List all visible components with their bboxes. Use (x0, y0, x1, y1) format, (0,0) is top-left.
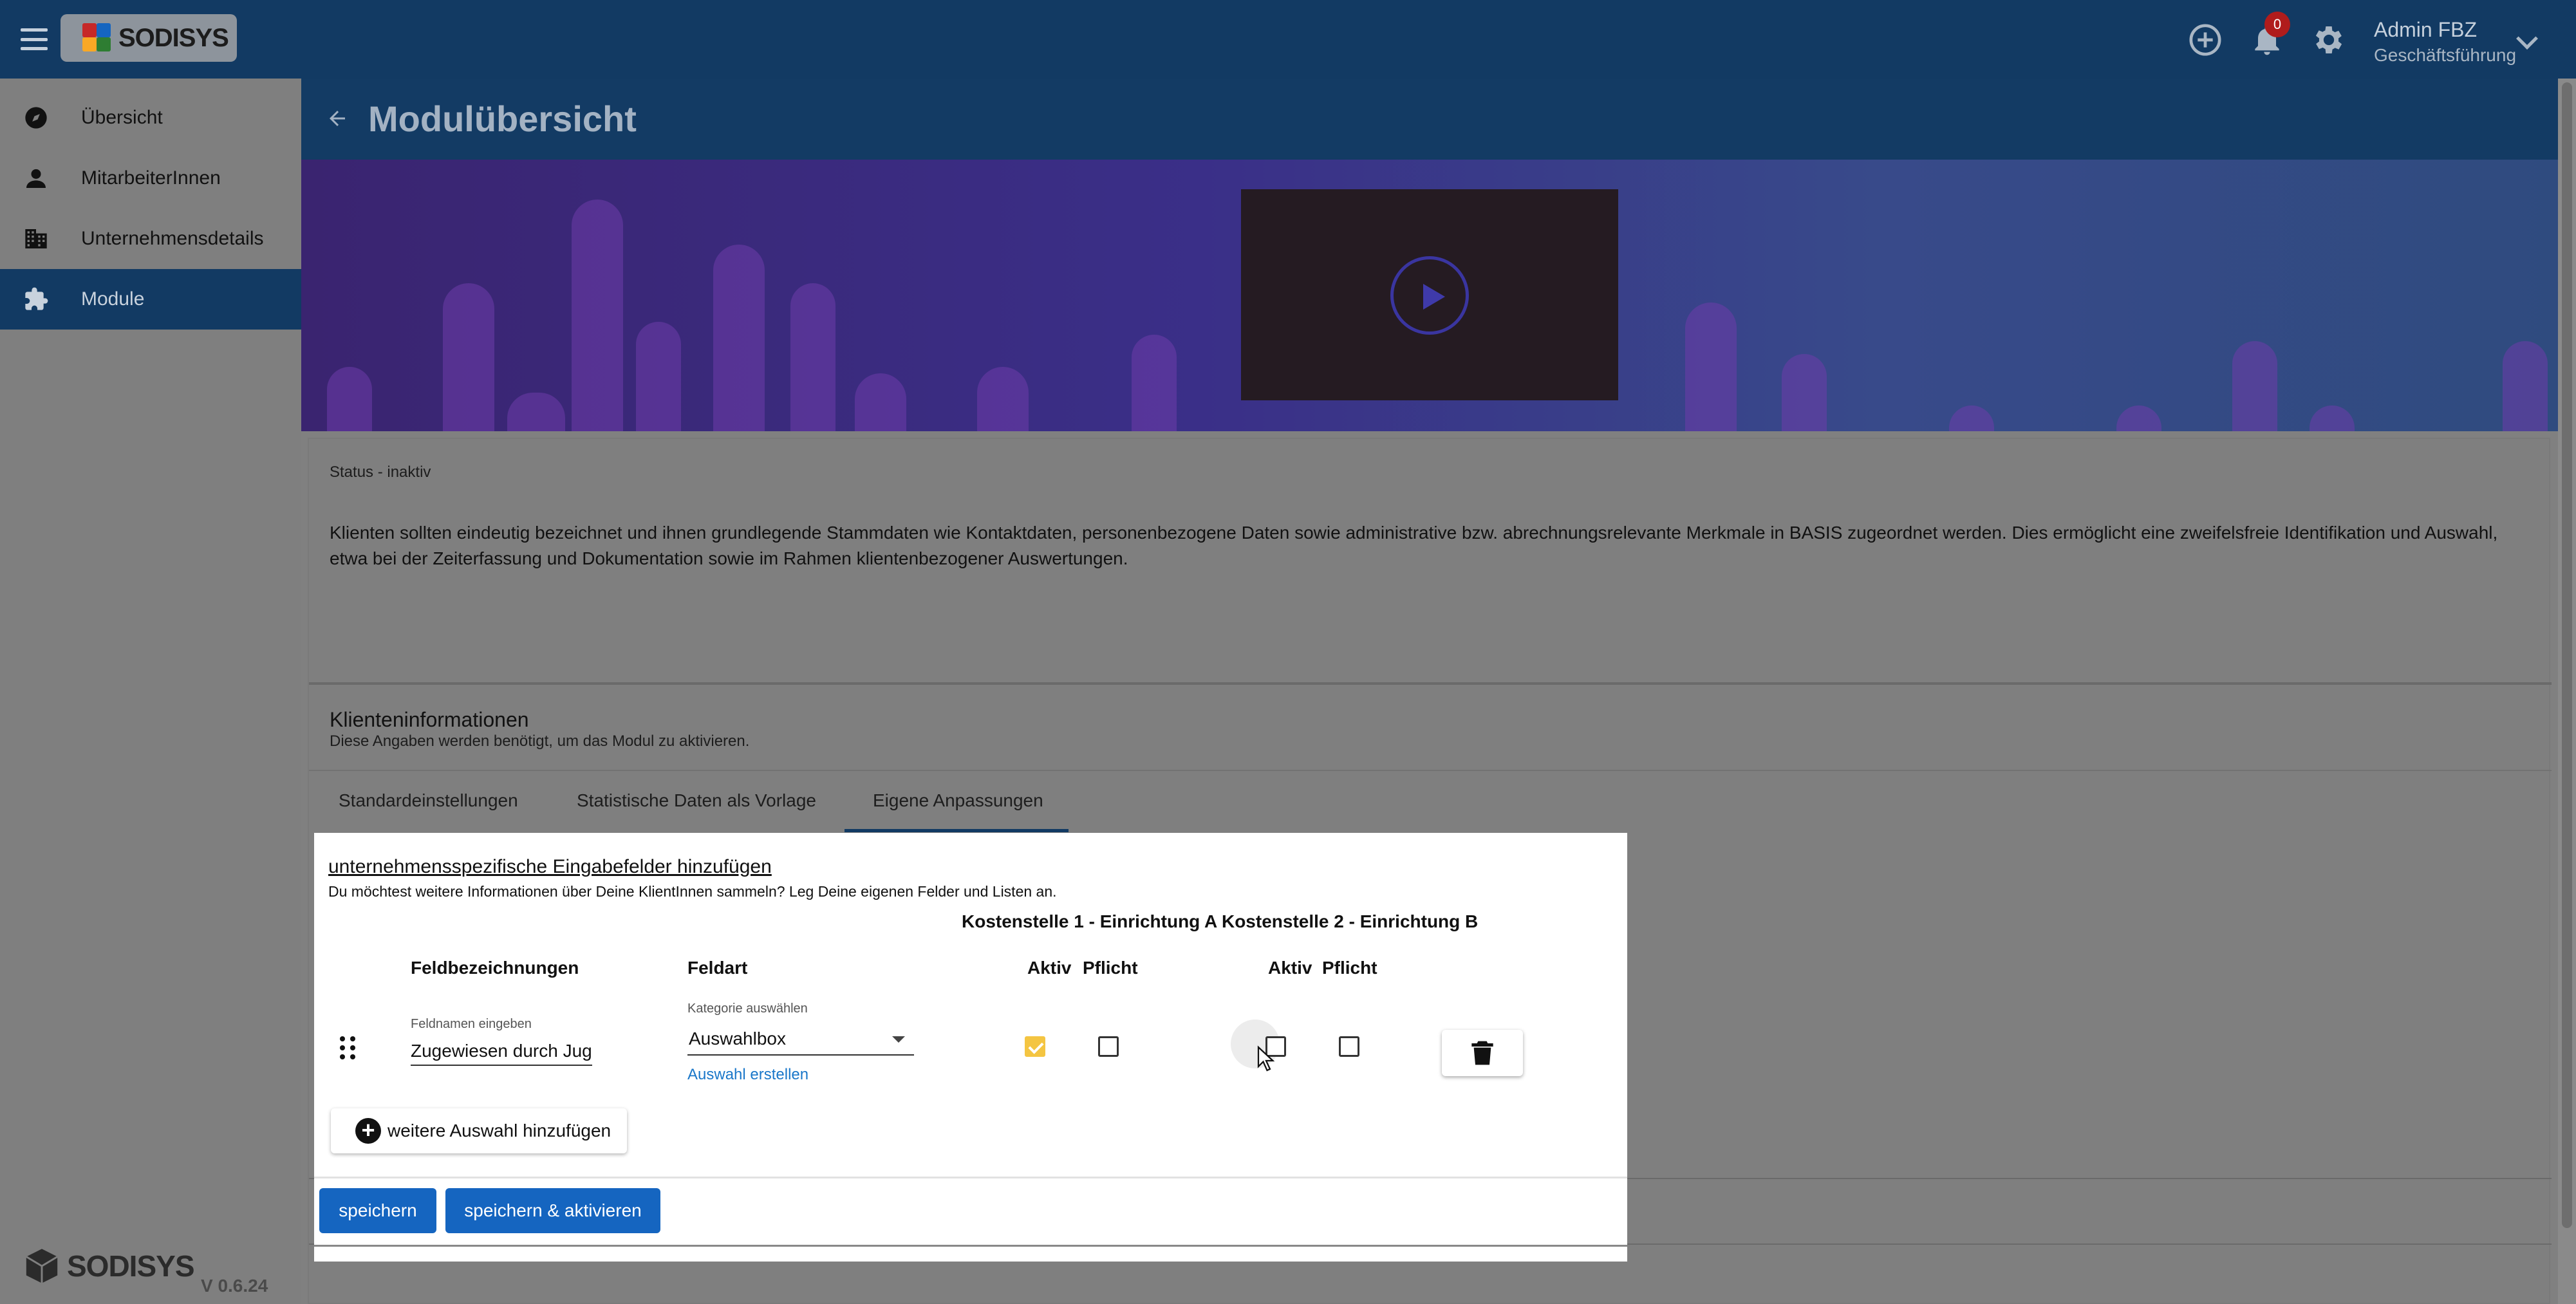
save-and-activate-button[interactable]: speichern & aktivieren (445, 1188, 660, 1233)
trash-icon (1471, 1041, 1493, 1065)
column-header-field-type: Feldart (687, 958, 748, 978)
add-choice-button[interactable]: + weitere Auswahl hinzufügen (331, 1108, 627, 1153)
footer-cube-icon (26, 1249, 58, 1283)
column-header-active-2: Aktiv (1268, 958, 1312, 978)
video-banner (301, 160, 2558, 431)
custom-fields-panel: unternehmensspezifische Eingabefelder hi… (314, 833, 1627, 1262)
sidebar-item-mitarbeiterinnen[interactable]: MitarbeiterInnen (0, 148, 301, 209)
gear-icon[interactable] (2311, 22, 2347, 58)
puzzle-icon (23, 286, 49, 312)
module-description: Klienten sollten eindeutig bezeichnet un… (330, 523, 2498, 568)
banner-decoration (2232, 341, 2277, 431)
custom-fields-description: Du möchtest weitere Informationen über D… (328, 883, 1057, 900)
active-tab-indicator (845, 829, 1069, 832)
banner-decoration (1949, 405, 1994, 431)
column-header-required-1: Pflicht (1083, 958, 1138, 978)
add-custom-fields-link[interactable]: unternehmensspezifische Eingabefelder hi… (328, 856, 772, 878)
compass-icon (23, 105, 49, 131)
sidebar-item-module[interactable]: Module (0, 269, 301, 330)
sidebar-item-label: MitarbeiterInnen (81, 167, 221, 189)
divider (309, 770, 2552, 771)
banner-decoration (713, 245, 765, 431)
banner-decoration (636, 322, 681, 431)
create-choice-link[interactable]: Auswahl erstellen (687, 1066, 808, 1084)
banner-decoration (327, 367, 372, 431)
user-name[interactable]: Admin FBZ (2374, 18, 2477, 42)
user-role: Geschäftsführung (2374, 45, 2517, 65)
caret-down-icon (892, 1036, 905, 1043)
tab-standardeinstellungen[interactable]: Standardeinstellungen (339, 790, 518, 821)
sidebar-item-unternehmensdetails[interactable]: Unternehmensdetails (0, 209, 301, 269)
field-type-select[interactable]: Auswahlbox (687, 1022, 914, 1056)
logo-cube-icon (82, 23, 112, 53)
banner-decoration (443, 283, 494, 431)
banner-decoration (2116, 405, 2161, 431)
mouse-cursor-icon (1257, 1045, 1275, 1072)
banner-decoration (1132, 335, 1177, 431)
section-title: Klienteninformationen (330, 708, 529, 731)
required-checkbox-cost-center-2[interactable] (1339, 1036, 1359, 1057)
app-version: V 0.6.24 (201, 1276, 268, 1296)
banner-decoration (855, 373, 906, 431)
footer-logo-text: SODISYS (67, 1249, 195, 1283)
sidebar-item-label: Unternehmensdetails (81, 228, 264, 249)
banner-decoration (1782, 354, 1827, 431)
cost-centers-header: Kostenstelle 1 - Einrichtung A Kostenste… (962, 911, 1479, 931)
banner-decoration (1685, 303, 1737, 431)
drag-handle-icon[interactable] (340, 1036, 355, 1059)
page-title: Modulübersicht (368, 98, 637, 139)
tab-statistische-daten[interactable]: Statistische Daten als Vorlage (577, 790, 816, 821)
banner-decoration (2503, 341, 2548, 431)
back-arrow-icon[interactable] (324, 107, 350, 130)
field-type-value: Auswahlbox (689, 1029, 786, 1048)
plus-circle-icon: + (355, 1118, 381, 1144)
field-type-label: Kategorie auswählen (687, 1001, 808, 1016)
banner-decoration (790, 283, 835, 431)
sidebar: Übersicht MitarbeiterInnen Unternehmensd… (0, 79, 301, 1304)
field-name-input[interactable] (411, 1038, 592, 1066)
save-button[interactable]: speichern (319, 1188, 436, 1233)
add-circle-icon[interactable] (2187, 22, 2223, 58)
active-checkbox-cost-center-1[interactable] (1025, 1036, 1045, 1057)
sidebar-item-uebersicht[interactable]: Übersicht (0, 88, 301, 148)
field-name-label: Feldnamen eingeben (411, 1017, 532, 1031)
tab-eigene-anpassungen[interactable]: Eigene Anpassungen (873, 790, 1043, 821)
play-icon[interactable] (1390, 256, 1469, 335)
notification-badge: 0 (2264, 12, 2290, 37)
sidebar-item-label: Module (81, 288, 145, 310)
delete-field-button[interactable] (1442, 1030, 1523, 1076)
chevron-down-icon[interactable] (2516, 28, 2538, 50)
scrollbar-thumb[interactable] (2562, 82, 2572, 1228)
divider (314, 1245, 1627, 1247)
banner-decoration (572, 200, 623, 431)
required-checkbox-cost-center-1[interactable] (1098, 1036, 1119, 1057)
divider (314, 1177, 1627, 1178)
video-player[interactable] (1241, 189, 1618, 400)
column-header-required-2: Pflicht (1322, 958, 1377, 978)
page-scrollbar[interactable] (2558, 79, 2576, 1304)
banner-decoration (2310, 405, 2355, 431)
building-icon (23, 226, 49, 252)
menu-icon[interactable] (19, 26, 49, 53)
column-header-active-1: Aktiv (1027, 958, 1072, 978)
add-choice-label: weitere Auswahl hinzufügen (387, 1121, 611, 1141)
column-header-field-names: Feldbezeichnungen (411, 958, 579, 978)
logo-text: SODISYS (118, 23, 229, 52)
banner-decoration (507, 393, 565, 431)
footer-logo: SODISYS (23, 1247, 195, 1285)
sidebar-item-label: Übersicht (81, 107, 163, 128)
section-subtitle: Diese Angaben werden benötigt, um das Mo… (330, 732, 750, 750)
person-icon (23, 165, 49, 191)
top-bar: SODISYS 0 Admin FBZ Geschäftsführung (0, 0, 2576, 79)
banner-decoration (977, 367, 1029, 431)
divider (309, 682, 2552, 685)
app-logo[interactable]: SODISYS (61, 14, 237, 62)
page-header: Modulübersicht (301, 79, 2558, 160)
status-text: Status - inaktiv (330, 463, 431, 481)
